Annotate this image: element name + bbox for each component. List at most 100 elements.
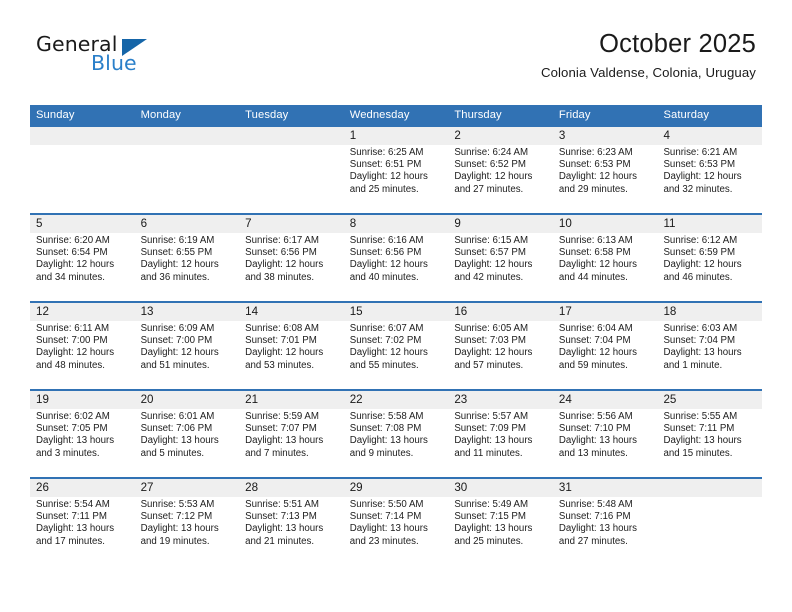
day-sun-info: Sunrise: 6:03 AM Sunset: 7:04 PM Dayligh… — [663, 323, 742, 371]
day-number: 30 — [454, 481, 468, 494]
weekday-header-friday: Friday — [558, 109, 591, 121]
calendar-week-row: 26 Sunrise: 5:54 AM Sunset: 7:11 PM Dayl… — [30, 477, 762, 565]
day-cell[interactable]: 29 Sunrise: 5:50 AM Sunset: 7:14 PM Dayl… — [344, 479, 449, 565]
day-number: 26 — [36, 481, 49, 494]
day-sun-info: Sunrise: 5:58 AM Sunset: 7:08 PM Dayligh… — [349, 411, 428, 459]
day-number: 17 — [558, 305, 572, 318]
day-sun-info: Sunrise: 5:49 AM Sunset: 7:15 PM Dayligh… — [454, 499, 533, 547]
day-cell[interactable]: 31 Sunrise: 5:48 AM Sunset: 7:16 PM Dayl… — [553, 479, 658, 565]
day-cell[interactable]: 17 Sunrise: 6:04 AM Sunset: 7:04 PM Dayl… — [553, 303, 658, 389]
day-cell[interactable]: 5 Sunrise: 6:20 AM Sunset: 6:54 PM Dayli… — [30, 215, 135, 301]
day-cell[interactable]: 12 Sunrise: 6:11 AM Sunset: 7:00 PM Dayl… — [30, 303, 135, 389]
logo-text-blue: Blue — [91, 51, 137, 75]
day-cell[interactable]: 1 Sunrise: 6:25 AM Sunset: 6:51 PM Dayli… — [344, 127, 449, 213]
day-sun-info: Sunrise: 6:13 AM Sunset: 6:58 PM Dayligh… — [558, 235, 637, 283]
day-number: 3 — [558, 129, 566, 142]
weekday-header-monday: Monday — [140, 109, 181, 121]
day-cell[interactable]: 6 Sunrise: 6:19 AM Sunset: 6:55 PM Dayli… — [135, 215, 240, 301]
day-number: 10 — [558, 217, 572, 230]
day-sun-info: Sunrise: 5:59 AM Sunset: 7:07 PM Dayligh… — [245, 411, 324, 459]
day-cell[interactable]: 30 Sunrise: 5:49 AM Sunset: 7:15 PM Dayl… — [448, 479, 553, 565]
day-cell[interactable]: 13 Sunrise: 6:09 AM Sunset: 7:00 PM Dayl… — [135, 303, 240, 389]
day-cell[interactable]: 8 Sunrise: 6:16 AM Sunset: 6:56 PM Dayli… — [344, 215, 449, 301]
day-number: 24 — [558, 393, 572, 406]
day-sun-info: Sunrise: 6:07 AM Sunset: 7:02 PM Dayligh… — [349, 323, 428, 371]
day-number: 31 — [558, 481, 572, 494]
day-sun-info: Sunrise: 6:08 AM Sunset: 7:01 PM Dayligh… — [245, 323, 324, 371]
day-number: 13 — [140, 305, 154, 318]
day-sun-info: Sunrise: 6:23 AM Sunset: 6:53 PM Dayligh… — [558, 147, 637, 195]
day-number: 12 — [36, 305, 49, 318]
day-cell[interactable]: 9 Sunrise: 6:15 AM Sunset: 6:57 PM Dayli… — [448, 215, 553, 301]
day-sun-info: Sunrise: 6:12 AM Sunset: 6:59 PM Dayligh… — [663, 235, 742, 283]
day-cell[interactable]: 19 Sunrise: 6:02 AM Sunset: 7:05 PM Dayl… — [30, 391, 135, 477]
day-number: 2 — [454, 129, 461, 142]
day-number: 18 — [663, 305, 677, 318]
day-cell[interactable]: 28 Sunrise: 5:51 AM Sunset: 7:13 PM Dayl… — [239, 479, 344, 565]
calendar-week-row: 1 Sunrise: 6:25 AM Sunset: 6:51 PM Dayli… — [30, 125, 762, 213]
day-sun-info: Sunrise: 5:53 AM Sunset: 7:12 PM Dayligh… — [140, 499, 219, 547]
day-cell[interactable]: 21 Sunrise: 5:59 AM Sunset: 7:07 PM Dayl… — [239, 391, 344, 477]
day-number: 16 — [454, 305, 468, 318]
day-number: 28 — [245, 481, 259, 494]
day-number: 23 — [454, 393, 468, 406]
day-cell[interactable]: 10 Sunrise: 6:13 AM Sunset: 6:58 PM Dayl… — [553, 215, 658, 301]
day-sun-info: Sunrise: 6:09 AM Sunset: 7:00 PM Dayligh… — [140, 323, 219, 371]
day-sun-info: Sunrise: 6:19 AM Sunset: 6:55 PM Dayligh… — [140, 235, 219, 283]
day-cell[interactable]: 22 Sunrise: 5:58 AM Sunset: 7:08 PM Dayl… — [344, 391, 449, 477]
day-number: 7 — [245, 217, 252, 230]
day-sun-info: Sunrise: 6:20 AM Sunset: 6:54 PM Dayligh… — [36, 235, 115, 283]
day-number — [141, 127, 236, 145]
day-sun-info: Sunrise: 6:15 AM Sunset: 6:57 PM Dayligh… — [454, 235, 533, 283]
day-number: 22 — [349, 393, 363, 406]
day-cell[interactable]: 27 Sunrise: 5:53 AM Sunset: 7:12 PM Dayl… — [135, 479, 240, 565]
day-number: 20 — [140, 393, 154, 406]
day-number: 15 — [349, 305, 363, 318]
weekday-header-sunday: Sunday — [36, 109, 75, 121]
day-cell[interactable]: 26 Sunrise: 5:54 AM Sunset: 7:11 PM Dayl… — [30, 479, 135, 565]
day-cell[interactable]: 24 Sunrise: 5:56 AM Sunset: 7:10 PM Dayl… — [553, 391, 658, 477]
day-number: 14 — [245, 305, 259, 318]
day-cell[interactable] — [239, 127, 344, 213]
day-number — [245, 127, 340, 145]
day-number: 27 — [140, 481, 154, 494]
page-subtitle: Colonia Valdense, Colonia, Uruguay — [540, 65, 756, 80]
weekday-header-tuesday: Tuesday — [245, 109, 289, 121]
day-cell[interactable]: 16 Sunrise: 6:05 AM Sunset: 7:03 PM Dayl… — [448, 303, 553, 389]
day-number — [663, 479, 758, 497]
day-sun-info: Sunrise: 6:16 AM Sunset: 6:56 PM Dayligh… — [349, 235, 428, 283]
general-blue-logo[interactable]: General Blue — [36, 33, 256, 83]
day-cell[interactable]: 3 Sunrise: 6:23 AM Sunset: 6:53 PM Dayli… — [553, 127, 658, 213]
day-cell[interactable]: 23 Sunrise: 5:57 AM Sunset: 7:09 PM Dayl… — [448, 391, 553, 477]
calendar-page: General Blue October 2025 Colonia Valden… — [0, 0, 792, 612]
day-number: 4 — [663, 129, 670, 142]
day-number — [36, 127, 131, 145]
weekday-header-row: Sunday Monday Tuesday Wednesday Thursday… — [30, 105, 762, 125]
day-cell[interactable] — [135, 127, 240, 213]
weekday-header-wednesday: Wednesday — [349, 109, 410, 121]
day-number: 1 — [349, 129, 357, 142]
day-cell[interactable]: 4 Sunrise: 6:21 AM Sunset: 6:53 PM Dayli… — [657, 127, 762, 213]
day-cell[interactable]: 14 Sunrise: 6:08 AM Sunset: 7:01 PM Dayl… — [239, 303, 344, 389]
day-cell[interactable]: 20 Sunrise: 6:01 AM Sunset: 7:06 PM Dayl… — [135, 391, 240, 477]
day-cell[interactable] — [657, 479, 762, 565]
day-cell[interactable]: 2 Sunrise: 6:24 AM Sunset: 6:52 PM Dayli… — [448, 127, 553, 213]
title-block: October 2025 Colonia Valdense, Colonia, … — [236, 28, 756, 81]
day-sun-info: Sunrise: 6:11 AM Sunset: 7:00 PM Dayligh… — [36, 323, 115, 371]
day-sun-info: Sunrise: 5:56 AM Sunset: 7:10 PM Dayligh… — [558, 411, 637, 459]
day-cell[interactable]: 25 Sunrise: 5:55 AM Sunset: 7:11 PM Dayl… — [657, 391, 762, 477]
day-cell[interactable]: 18 Sunrise: 6:03 AM Sunset: 7:04 PM Dayl… — [657, 303, 762, 389]
calendar-grid: Sunday Monday Tuesday Wednesday Thursday… — [30, 105, 762, 565]
day-cell[interactable]: 7 Sunrise: 6:17 AM Sunset: 6:56 PM Dayli… — [239, 215, 344, 301]
day-cell[interactable] — [30, 127, 135, 213]
calendar-week-row: 5 Sunrise: 6:20 AM Sunset: 6:54 PM Dayli… — [30, 213, 762, 301]
day-sun-info: Sunrise: 5:48 AM Sunset: 7:16 PM Dayligh… — [558, 499, 637, 547]
page-title: October 2025 — [599, 30, 756, 58]
day-cell[interactable]: 11 Sunrise: 6:12 AM Sunset: 6:59 PM Dayl… — [657, 215, 762, 301]
day-number: 21 — [245, 393, 259, 406]
weekday-header-saturday: Saturday — [663, 109, 710, 121]
day-number: 6 — [140, 217, 148, 230]
day-cell[interactable]: 15 Sunrise: 6:07 AM Sunset: 7:02 PM Dayl… — [344, 303, 449, 389]
day-sun-info: Sunrise: 6:04 AM Sunset: 7:04 PM Dayligh… — [558, 323, 637, 371]
day-sun-info: Sunrise: 6:21 AM Sunset: 6:53 PM Dayligh… — [663, 147, 742, 195]
